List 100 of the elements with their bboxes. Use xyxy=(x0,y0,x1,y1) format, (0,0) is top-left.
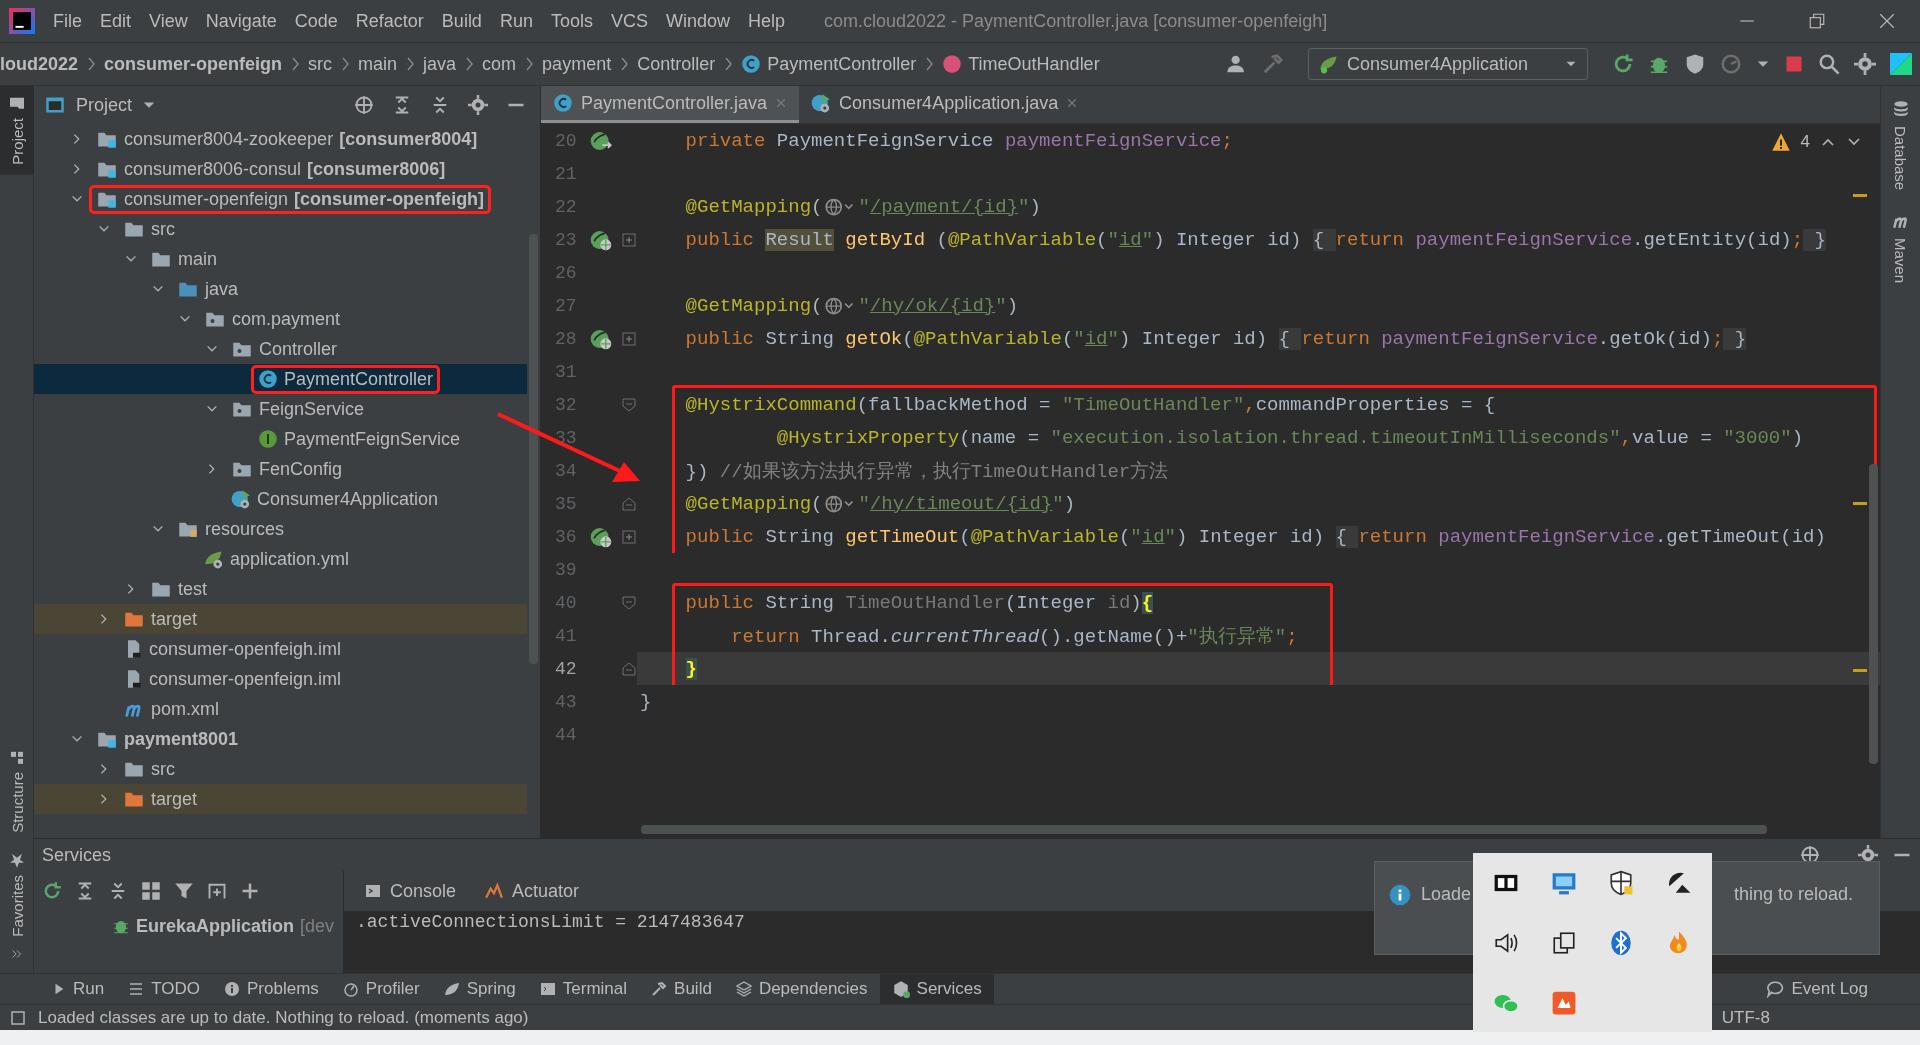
menu-item[interactable]: Window xyxy=(656,10,739,32)
rerun-icon[interactable] xyxy=(42,881,62,901)
folder-icon xyxy=(9,96,25,112)
tree-row[interactable]: com.payment xyxy=(34,304,527,334)
warning-count[interactable]: 4 xyxy=(1800,132,1810,152)
menu-item[interactable]: Help xyxy=(739,10,795,32)
breadcrumb-item[interactable]: consumer-openfeign xyxy=(104,53,283,75)
tree-row[interactable]: java xyxy=(34,274,527,304)
side-tab[interactable]: Database xyxy=(1880,92,1920,199)
search-icon[interactable] xyxy=(1818,53,1840,75)
tool-window-tab[interactable]: Terminal xyxy=(527,974,640,1004)
breadcrumb-item[interactable]: payment xyxy=(542,53,612,75)
tree-row[interactable]: test xyxy=(34,574,527,604)
menu-item[interactable]: Tools xyxy=(541,10,602,32)
tree-row[interactable]: consumer-openfeigh.iml xyxy=(34,634,527,664)
monitor-icon xyxy=(1550,870,1577,896)
menu-item[interactable]: Navigate xyxy=(196,10,286,32)
class-icon xyxy=(553,93,573,113)
tree-row[interactable]: consumer-openfeign.iml xyxy=(34,664,527,694)
tree-row[interactable]: Controller xyxy=(34,334,527,364)
tree-row[interactable]: main xyxy=(34,244,527,274)
panel-title[interactable]: Project xyxy=(76,94,133,116)
tree-row[interactable]: target xyxy=(34,784,527,814)
menu-item[interactable]: Refactor xyxy=(346,10,433,32)
menu-item[interactable]: Edit xyxy=(91,10,141,32)
project-side-tab[interactable]: Project xyxy=(0,86,34,175)
stop-icon[interactable] xyxy=(1784,54,1804,74)
tree-row[interactable]: FenConfig xyxy=(34,454,527,484)
scrollbar-thumb[interactable] xyxy=(641,825,1767,834)
add-icon[interactable] xyxy=(240,881,260,901)
menu-item[interactable]: VCS xyxy=(601,10,657,32)
shield-icon[interactable] xyxy=(1684,53,1706,75)
console-tab[interactable]: Console xyxy=(364,880,457,902)
tool-window-tab[interactable]: Services xyxy=(879,974,994,1004)
menu-item[interactable]: Build xyxy=(432,10,491,32)
breadcrumb-item[interactable]: java xyxy=(423,53,457,75)
tool-window-tab[interactable]: Problems xyxy=(212,974,331,1004)
tree-row[interactable]: payment8001 xyxy=(34,724,527,754)
module-name: [consumer8006] xyxy=(307,158,446,180)
tree-row[interactable]: target xyxy=(34,604,527,634)
list-icon xyxy=(128,981,145,997)
tree-row[interactable]: src xyxy=(34,754,527,784)
settings-icon[interactable] xyxy=(1854,53,1876,75)
tool-window-tab[interactable]: Spring xyxy=(431,974,528,1004)
scrollbar-thumb[interactable] xyxy=(529,234,538,664)
editor-tab[interactable]: Consumer4Application.java xyxy=(799,86,1091,123)
warning-marker[interactable] xyxy=(1853,502,1867,505)
close-icon[interactable] xyxy=(1878,12,1896,30)
breadcrumb-item[interactable]: com xyxy=(482,53,517,75)
filter-icon[interactable] xyxy=(174,881,194,901)
settings-icon[interactable] xyxy=(468,95,488,115)
service-row[interactable]: EurekaApplication [dev xyxy=(34,911,343,941)
file-encoding[interactable]: UTF-8 xyxy=(1721,1007,1770,1028)
menu-item[interactable]: Code xyxy=(285,10,347,32)
side-tab[interactable]: Structure xyxy=(0,740,34,844)
tool-window-tab[interactable]: Dependencies xyxy=(723,974,880,1004)
code-text: @HystrixProperty(name = "execution.isolation.thread.timeoutInMilliseconds",value = "3000") xyxy=(775,426,1804,449)
tree-row[interactable]: src xyxy=(34,214,527,244)
breadcrumb-item[interactable]: loud2022 xyxy=(0,53,79,75)
tree-row[interactable]: PaymentController xyxy=(34,364,527,394)
tool-window-tab[interactable]: TODO xyxy=(116,974,212,1004)
side-tab[interactable]: Favorites xyxy=(0,843,34,947)
tree-row[interactable]: resources xyxy=(34,514,527,544)
layers-icon xyxy=(735,981,752,997)
menu-item[interactable]: File xyxy=(44,10,91,32)
fold-expand-icon xyxy=(621,231,637,248)
warning-marker[interactable] xyxy=(1853,194,1867,197)
tree-row[interactable]: consumer-openfeign [consumer-openfeigh] xyxy=(34,184,527,214)
tree-row[interactable]: pom.xml xyxy=(34,694,527,724)
console-tab[interactable]: Actuator xyxy=(484,880,580,902)
tree-row[interactable]: consumer8006-consul [consumer8006] xyxy=(34,154,527,184)
chevron-right-icon xyxy=(619,55,630,73)
restore-icon[interactable] xyxy=(1808,12,1826,30)
breadcrumb-item[interactable]: Controller xyxy=(637,53,716,75)
breadcrumb-item[interactable]: TimeOutHandler xyxy=(942,53,1100,75)
rerun-icon[interactable] xyxy=(1612,53,1634,75)
tool-window-tab[interactable]: Run xyxy=(40,974,117,1004)
spring-run-icon xyxy=(1319,54,1339,74)
scrollbar-thumb[interactable] xyxy=(1869,464,1878,764)
tree-row[interactable]: application.yml xyxy=(34,544,527,574)
tree-row[interactable]: FeignService xyxy=(34,394,527,424)
line-number: 42 xyxy=(554,658,578,679)
run-configuration-dropdown[interactable]: Consumer4Application xyxy=(1308,48,1588,80)
event-log-tab[interactable]: Event Log xyxy=(1754,974,1880,1004)
tool-window-tab[interactable]: Profiler xyxy=(330,974,432,1004)
crosshair-icon[interactable] xyxy=(354,95,374,115)
side-tab[interactable]: Maven xyxy=(1880,204,1920,292)
tool-window-tab[interactable]: Build xyxy=(639,974,724,1004)
menu-item[interactable]: Run xyxy=(490,10,542,32)
breadcrumb-item[interactable]: main xyxy=(358,53,398,75)
tree-row[interactable]: PaymentFeignService xyxy=(34,424,527,454)
breadcrumb-item[interactable]: src xyxy=(308,53,333,75)
breadcrumb-item[interactable]: PaymentController xyxy=(741,53,917,75)
pin-tab-icon[interactable] xyxy=(207,881,227,901)
tree-row[interactable]: consumer8004-zookeeper [consumer8004] xyxy=(34,124,527,154)
tree-row[interactable]: Consumer4Application xyxy=(34,484,527,514)
group-icon[interactable] xyxy=(141,881,161,901)
warning-marker[interactable] xyxy=(1853,669,1867,672)
editor-tab[interactable]: PaymentController.java xyxy=(541,86,800,123)
menu-item[interactable]: View xyxy=(140,10,197,32)
